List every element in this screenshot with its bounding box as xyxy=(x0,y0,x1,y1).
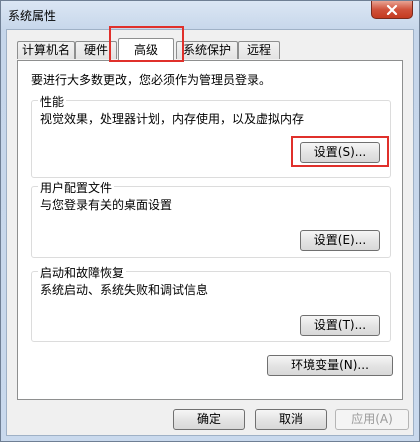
user-profiles-title: 用户配置文件 xyxy=(38,179,115,196)
tab-advanced[interactable]: 高级 xyxy=(118,38,174,61)
close-icon xyxy=(386,4,398,15)
apply-button[interactable]: 应用(A) xyxy=(335,409,409,430)
title-bar[interactable]: 系统属性 xyxy=(1,1,419,29)
user-profiles-settings-button[interactable]: 设置(E)... xyxy=(300,230,380,251)
admin-notice: 要进行大多数更改，您必须作为管理员登录。 xyxy=(31,73,272,87)
performance-title: 性能 xyxy=(38,93,67,110)
tab-hardware[interactable]: 硬件 xyxy=(75,41,117,59)
startup-recovery-group: 启动和故障恢复 系统启动、系统失败和调试信息 设置(T)... xyxy=(31,264,391,342)
startup-recovery-settings-button[interactable]: 设置(T)... xyxy=(300,315,380,336)
user-profiles-group: 用户配置文件 与您登录有关的桌面设置 设置(E)... xyxy=(31,179,391,258)
tab-computer-name[interactable]: 计算机名 xyxy=(17,41,75,59)
system-properties-window: 系统属性 计算机名 硬件 高级 系统保护 远程 要进行大多数更改，您必须作为管理… xyxy=(0,0,420,442)
startup-recovery-desc: 系统启动、系统失败和调试信息 xyxy=(40,283,209,297)
performance-settings-button[interactable]: 设置(S)... xyxy=(300,142,380,163)
startup-recovery-title: 启动和故障恢复 xyxy=(38,264,127,281)
advanced-tab-panel: 要进行大多数更改，您必须作为管理员登录。 性能 视觉效果，处理器计划，内存使用，… xyxy=(17,60,403,400)
tab-system-protection[interactable]: 系统保护 xyxy=(176,41,238,59)
user-profiles-desc: 与您登录有关的桌面设置 xyxy=(40,198,173,212)
performance-desc: 视觉效果，处理器计划，内存使用，以及虚拟内存 xyxy=(40,112,305,126)
cancel-button[interactable]: 取消 xyxy=(255,409,327,430)
tab-strip: 计算机名 硬件 高级 系统保护 远程 xyxy=(17,38,403,61)
ok-button[interactable]: 确定 xyxy=(173,409,245,430)
close-button[interactable] xyxy=(371,1,413,19)
performance-group: 性能 视觉效果，处理器计划，内存使用，以及虚拟内存 设置(S)... xyxy=(31,93,391,178)
dialog-client-area: 计算机名 硬件 高级 系统保护 远程 要进行大多数更改，您必须作为管理员登录。 … xyxy=(6,29,414,436)
tab-remote[interactable]: 远程 xyxy=(238,41,280,59)
window-title: 系统属性 xyxy=(8,9,57,23)
environment-variables-button[interactable]: 环境变量(N)... xyxy=(267,355,393,376)
